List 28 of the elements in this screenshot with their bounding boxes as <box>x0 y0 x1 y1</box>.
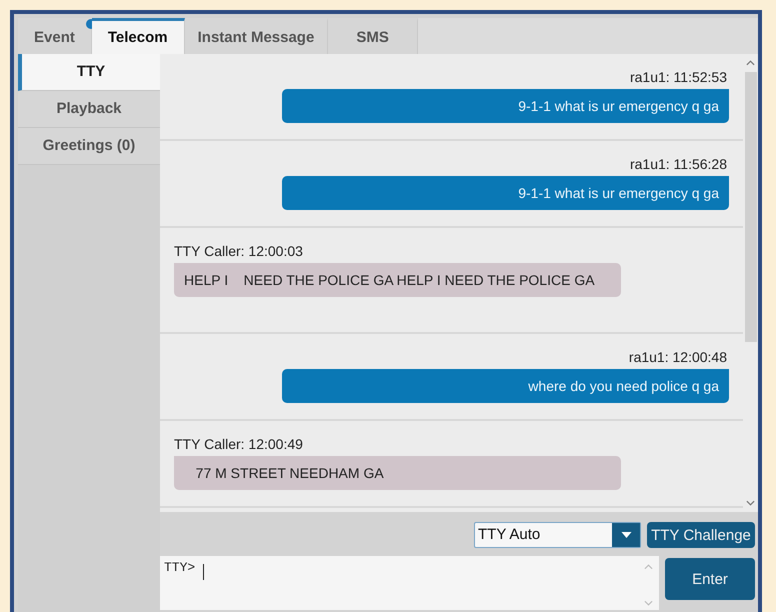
message-sender: ra1u1: 12:00:48 <box>628 349 727 365</box>
sidebar-item[interactable]: Greetings (0) <box>18 128 160 165</box>
tab[interactable]: Telecom <box>92 18 185 54</box>
scroll-up-icon[interactable] <box>746 60 755 66</box>
tab[interactable]: Event <box>18 18 92 54</box>
prompt-text: TTY> <box>164 560 196 575</box>
scrollbar-thumb[interactable] <box>744 72 756 342</box>
message-sender: ra1u1: 11:56:28 <box>630 156 727 172</box>
sent-message: 9-1-1 what is ur emergency q ga <box>282 176 729 210</box>
received-message: 77 M STREET NEEDHAM GA <box>174 456 621 490</box>
message-sender: TTY Caller: 12:00:03 <box>174 243 303 259</box>
sent-message: where do you need police q ga <box>282 369 729 403</box>
sidebar-item[interactable]: TTY <box>18 54 160 91</box>
message-sender: TTY Caller: 12:00:49 <box>174 436 303 452</box>
sidebar-item[interactable]: Playback <box>18 91 160 128</box>
caret-icon <box>620 532 632 538</box>
tty-challenge-button[interactable]: TTY Challenge <box>647 522 755 548</box>
tab[interactable]: SMS <box>328 18 418 54</box>
received-message: HELP I NEED THE POLICE GA HELP I NEED THE POLICE GA <box>174 263 621 297</box>
sent-message: 9-1-1 what is ur emergency q ga <box>282 89 729 123</box>
scroll-down-icon[interactable] <box>746 500 755 506</box>
scroll-up-icon[interactable] <box>644 564 653 570</box>
scroll-down-icon[interactable] <box>644 600 653 606</box>
mode-dropdown[interactable]: TTY Auto <box>474 522 641 548</box>
message-input-field[interactable]: TTY> <box>160 556 659 610</box>
tab[interactable]: Instant Message <box>184 18 328 54</box>
enter-button[interactable]: Enter <box>665 558 755 600</box>
message-sender: ra1u1: 11:52:53 <box>630 69 727 85</box>
